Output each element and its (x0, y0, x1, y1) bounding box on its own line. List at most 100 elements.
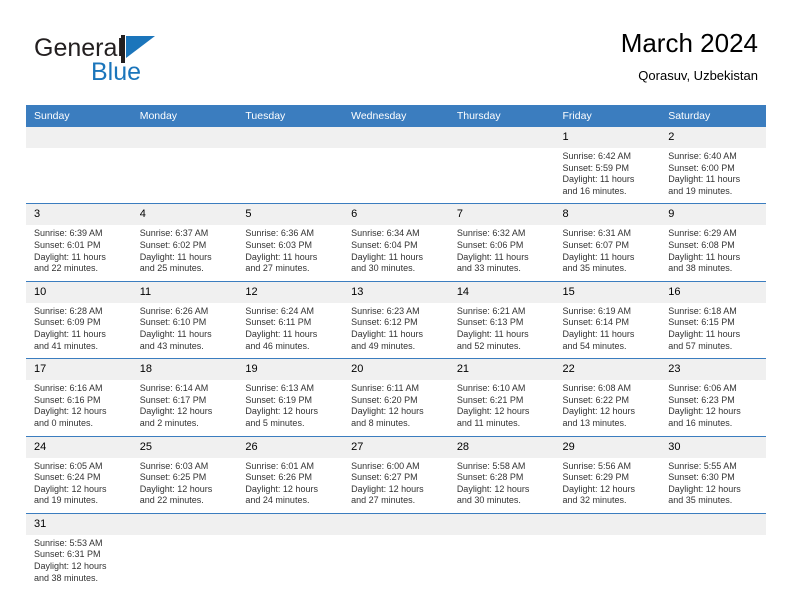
sun-times: Sunrise: 6:23 AM Sunset: 6:12 PM Daylight:… (343, 303, 449, 358)
day-detail-cell: Sunrise: 6:37 AM Sunset: 6:02 PM Daylight:… (132, 225, 238, 281)
day-cell (448, 127, 555, 148)
day-cell[interactable]: 3 (26, 203, 132, 226)
day-cell[interactable]: 29 (554, 435, 661, 458)
day-cell (26, 127, 132, 148)
day-number: 20 (343, 359, 449, 381)
sun-times-line: Daylight: 11 hours (456, 328, 529, 339)
day-number: 23 (660, 359, 766, 381)
day-number: 4 (131, 204, 238, 226)
day-cell[interactable]: 28 (448, 435, 555, 458)
day-cell[interactable]: 9 (660, 203, 766, 226)
day-cell[interactable]: 2 (660, 127, 766, 148)
sun-times-line: Sunrise: 6:40 AM (668, 151, 737, 161)
day-number: 31 (26, 513, 132, 535)
general-blue-logo[interactable]: General Blue (34, 34, 264, 90)
sun-times: Sunrise: 6:19 AM Sunset: 6:14 PM Daylight:… (555, 303, 661, 358)
day-cell[interactable]: 14 (448, 280, 555, 303)
day-cell[interactable]: 17 (26, 358, 132, 381)
day-cell[interactable]: 13 (343, 280, 449, 303)
sun-times-line: Sunrise: 6:34 AM (351, 228, 420, 239)
sun-times-line: Sunrise: 6:11 AM (351, 383, 419, 394)
day-cell[interactable]: 16 (660, 280, 766, 303)
day-detail-cell (132, 148, 238, 204)
sun-times (237, 535, 343, 582)
sun-times-line: and 38 minutes. (668, 263, 733, 274)
day-detail-cell: Sunrise: 6:34 AM Sunset: 6:04 PM Daylight:… (343, 225, 449, 281)
day-detail-cell: Sunrise: 6:08 AM Sunset: 6:22 PM Daylight:… (555, 380, 661, 436)
day-cell[interactable]: 4 (131, 203, 238, 226)
day-cell[interactable]: 21 (448, 358, 555, 381)
day-number: 10 (26, 281, 132, 303)
day-cell[interactable]: 24 (26, 435, 132, 458)
week-details-row: Sunrise: 5:53 AM Sunset: 6:31 PM Daylight:… (26, 535, 766, 590)
day-cell[interactable]: 25 (131, 435, 238, 458)
day-detail-cell: Sunrise: 6:05 AM Sunset: 6:24 PM Daylight:… (26, 458, 132, 514)
day-cell[interactable]: 22 (554, 358, 661, 381)
day-cell[interactable]: 19 (237, 358, 344, 381)
day-cell[interactable]: 8 (554, 203, 661, 226)
sun-times-line: Sunrise: 6:42 AM (562, 151, 632, 161)
sun-times-line: Sunrise: 6:32 AM (456, 228, 526, 239)
day-number: 9 (660, 204, 766, 226)
day-detail-cell: Sunrise: 6:03 AM Sunset: 6:25 PM Daylight:… (132, 458, 238, 514)
sun-times-line: Sunrise: 6:23 AM (351, 305, 420, 316)
sun-times-line: and 52 minutes. (456, 340, 521, 351)
day-detail-cell (343, 535, 449, 590)
sun-times-line: and 35 minutes. (562, 263, 627, 274)
day-cell[interactable]: 1 (554, 127, 661, 148)
sun-times-line: Sunrise: 6:00 AM (351, 460, 420, 471)
day-detail-cell: Sunrise: 6:06 AM Sunset: 6:23 PM Daylight:… (660, 380, 766, 436)
day-cell[interactable]: 11 (131, 280, 238, 303)
day-detail-cell (449, 535, 555, 590)
sun-times-line: Sunrise: 5:53 AM (34, 537, 103, 548)
day-detail-cell: Sunrise: 6:24 AM Sunset: 6:11 PM Daylight:… (237, 303, 343, 359)
sun-times: Sunrise: 6:21 AM Sunset: 6:13 PM Daylight:… (449, 303, 555, 358)
day-number (237, 513, 344, 535)
sun-times-line: and 2 minutes. (139, 417, 199, 428)
sun-times-line: Sunset: 6:06 PM (456, 239, 524, 250)
sun-times-line: Daylight: 11 hours (245, 328, 318, 339)
day-detail-cell: Sunrise: 6:19 AM Sunset: 6:14 PM Daylight:… (555, 303, 661, 359)
sun-times-line: and 57 minutes. (668, 340, 733, 351)
day-number: 14 (448, 281, 555, 303)
day-cell[interactable]: 30 (660, 435, 766, 458)
sun-times-line: and 25 minutes. (139, 263, 204, 274)
day-detail-cell: Sunrise: 6:00 AM Sunset: 6:27 PM Daylight:… (343, 458, 449, 514)
day-detail-cell: Sunrise: 6:28 AM Sunset: 6:09 PM Daylight:… (26, 303, 132, 359)
day-cell[interactable]: 15 (554, 280, 661, 303)
day-cell[interactable]: 31 (26, 512, 132, 535)
sun-times-line: Sunset: 6:16 PM (34, 394, 101, 405)
day-cell[interactable]: 12 (237, 280, 344, 303)
sun-times-line: Sunrise: 6:06 AM (668, 383, 737, 394)
sun-times-line: Daylight: 12 hours (351, 483, 424, 494)
day-cell[interactable]: 27 (343, 435, 449, 458)
sun-times (237, 148, 343, 195)
day-cell[interactable]: 7 (448, 203, 555, 226)
week-details-row: Sunrise: 6:39 AM Sunset: 6:01 PM Daylight:… (26, 225, 766, 281)
page-subtitle: Qorasuv, Uzbekistan (638, 68, 758, 83)
sun-times-line: Sunrise: 6:10 AM (456, 383, 526, 394)
page-title: March 2024 (620, 28, 758, 58)
day-cell[interactable]: 23 (660, 358, 766, 381)
day-cell (343, 127, 449, 148)
sun-times-line: and 24 minutes. (245, 495, 310, 506)
sun-times-line: Daylight: 11 hours (139, 251, 212, 262)
day-cell[interactable]: 6 (343, 203, 449, 226)
day-cell[interactable]: 10 (26, 280, 132, 303)
sun-times-line: and 27 minutes. (351, 495, 416, 506)
sun-times-line: and 46 minutes. (245, 340, 310, 351)
week-row: 31 (26, 512, 766, 535)
day-cell[interactable]: 5 (237, 203, 344, 226)
title-block: March 2024 Qorasuv, Uzbekistan (621, 26, 758, 86)
sun-times: Sunrise: 6:29 AM Sunset: 6:08 PM Daylight:… (660, 225, 766, 280)
sun-times-line: Sunset: 6:20 PM (351, 394, 418, 405)
day-detail-cell: Sunrise: 6:11 AM Sunset: 6:20 PM Daylight:… (343, 380, 449, 436)
weekday-header-saturday: Saturday (660, 105, 766, 127)
day-cell[interactable]: 26 (237, 435, 344, 458)
day-cell[interactable]: 18 (131, 358, 238, 381)
sun-times: Sunrise: 6:13 AM Sunset: 6:19 PM Daylight:… (237, 380, 343, 435)
sun-times-line: Sunrise: 6:05 AM (34, 460, 103, 471)
day-detail-cell: Sunrise: 6:32 AM Sunset: 6:06 PM Daylight:… (449, 225, 555, 281)
sun-times-line: Sunrise: 6:16 AM (34, 383, 103, 394)
day-cell[interactable]: 20 (343, 358, 449, 381)
